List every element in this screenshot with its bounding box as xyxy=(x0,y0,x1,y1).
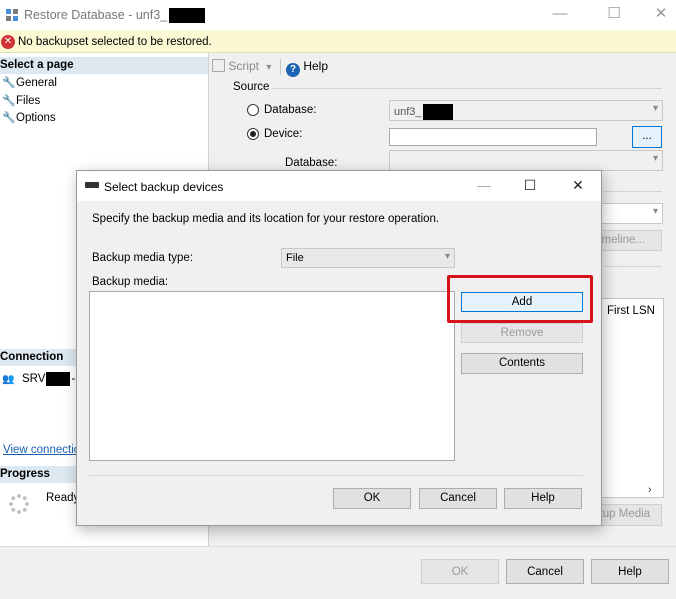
grid-scroll-right-icon[interactable]: › xyxy=(648,484,652,496)
device-radio-label: Device: xyxy=(264,128,303,140)
page-files-label: Files xyxy=(16,95,41,107)
dialog-description: Specify the backup media and its locatio… xyxy=(92,213,440,225)
wrench-icon: 🔧 xyxy=(2,112,16,124)
backup-media-type-label: Backup media type: xyxy=(92,252,194,264)
redacted-database-name xyxy=(169,8,206,24)
main-cancel-button[interactable]: Cancel xyxy=(506,559,584,584)
main-ok-button[interactable]: OK xyxy=(421,559,499,584)
dialog-maximize-button[interactable]: ☐ xyxy=(507,171,553,201)
device-browse-button[interactable]: ... xyxy=(632,126,662,148)
server-connection: 👥 SRV - xyxy=(2,372,76,386)
select-page-header: Select a page xyxy=(0,57,208,74)
first-lsn-column-header: First LSN xyxy=(607,305,655,317)
backup-media-list[interactable] xyxy=(89,291,455,461)
device-path-field[interactable] xyxy=(389,128,597,146)
backup-media-label: Backup media: xyxy=(92,276,169,288)
toolbar-divider xyxy=(280,59,281,75)
add-button-highlight xyxy=(447,275,593,323)
source-database-select[interactable]: unf3_ ▾ xyxy=(389,100,663,121)
minimize-button[interactable]: — xyxy=(537,0,583,30)
destination-divider xyxy=(604,191,662,192)
dialog-title: Select backup devices xyxy=(104,180,224,194)
window-titlebar: Restore Database - unf3_ — ☐ ✕ xyxy=(0,0,676,30)
chevron-down-icon: ▾ xyxy=(652,206,658,217)
dialog-separator xyxy=(89,475,583,476)
dialog-minimize-button[interactable]: — xyxy=(461,171,507,201)
main-help-button[interactable]: Help xyxy=(591,559,669,584)
server-connection-icon: 👥 xyxy=(2,374,15,386)
database-radio-label: Database: xyxy=(264,104,317,116)
redacted-server-name xyxy=(46,372,71,386)
device-database-label: Database: xyxy=(285,157,338,169)
contents-button[interactable]: Contents xyxy=(461,353,583,374)
source-header: Source xyxy=(233,81,270,93)
device-radio[interactable] xyxy=(247,128,259,140)
page-files[interactable]: 🔧Files xyxy=(2,94,40,107)
chevron-down-icon: ▾ xyxy=(266,62,272,73)
script-button[interactable]: Script ▾ xyxy=(212,59,271,73)
restore-plan-divider xyxy=(604,266,662,267)
backup-sets-grid[interactable] xyxy=(600,298,664,498)
page-options-label: Options xyxy=(16,112,56,124)
help-toolbar-button[interactable]: ? Help xyxy=(286,59,328,77)
error-message-bar: ✕ No backupset selected to be restored. xyxy=(0,30,676,53)
dialog-close-button[interactable]: ✕ xyxy=(555,171,601,201)
dialog-cancel-button[interactable]: Cancel xyxy=(419,488,497,509)
progress-status: Ready xyxy=(46,492,80,504)
backup-device-icon xyxy=(85,182,99,188)
window-title: Restore Database - unf3_ xyxy=(24,8,206,24)
select-backup-devices-dialog: Select backup devices — ☐ ✕ Specify the … xyxy=(76,170,602,526)
progress-spinner-icon xyxy=(9,494,29,514)
chevron-down-icon: ▾ xyxy=(444,251,450,262)
error-message-text: No backupset selected to be restored. xyxy=(18,36,212,48)
dialog-titlebar: Select backup devices — ☐ ✕ xyxy=(77,171,601,201)
restore-database-app-icon xyxy=(6,9,18,21)
remove-button[interactable]: Remove xyxy=(461,323,583,343)
backup-media-type-select[interactable]: File ▾ xyxy=(281,248,455,268)
source-divider xyxy=(272,88,662,89)
page-options[interactable]: 🔧Options xyxy=(2,111,56,124)
redacted-source-database xyxy=(422,104,453,120)
wrench-icon: 🔧 xyxy=(2,95,16,107)
chevron-down-icon: ▾ xyxy=(652,153,658,164)
dialog-help-button[interactable]: Help xyxy=(504,488,582,509)
device-database-select[interactable]: ▾ xyxy=(389,150,663,171)
wrench-icon: 🔧 xyxy=(2,77,16,89)
view-connection-properties-link[interactable]: View connectio xyxy=(3,444,80,456)
maximize-button[interactable]: ☐ xyxy=(591,0,637,30)
close-button[interactable]: ✕ xyxy=(638,0,676,30)
database-radio[interactable] xyxy=(247,104,259,116)
page-general-label: General xyxy=(16,77,57,89)
chevron-down-icon: ▾ xyxy=(652,103,658,114)
error-icon: ✕ xyxy=(1,35,15,49)
page-general[interactable]: 🔧General xyxy=(2,76,57,89)
help-icon: ? xyxy=(286,63,300,77)
script-icon xyxy=(212,59,225,72)
dialog-ok-button[interactable]: OK xyxy=(333,488,411,509)
